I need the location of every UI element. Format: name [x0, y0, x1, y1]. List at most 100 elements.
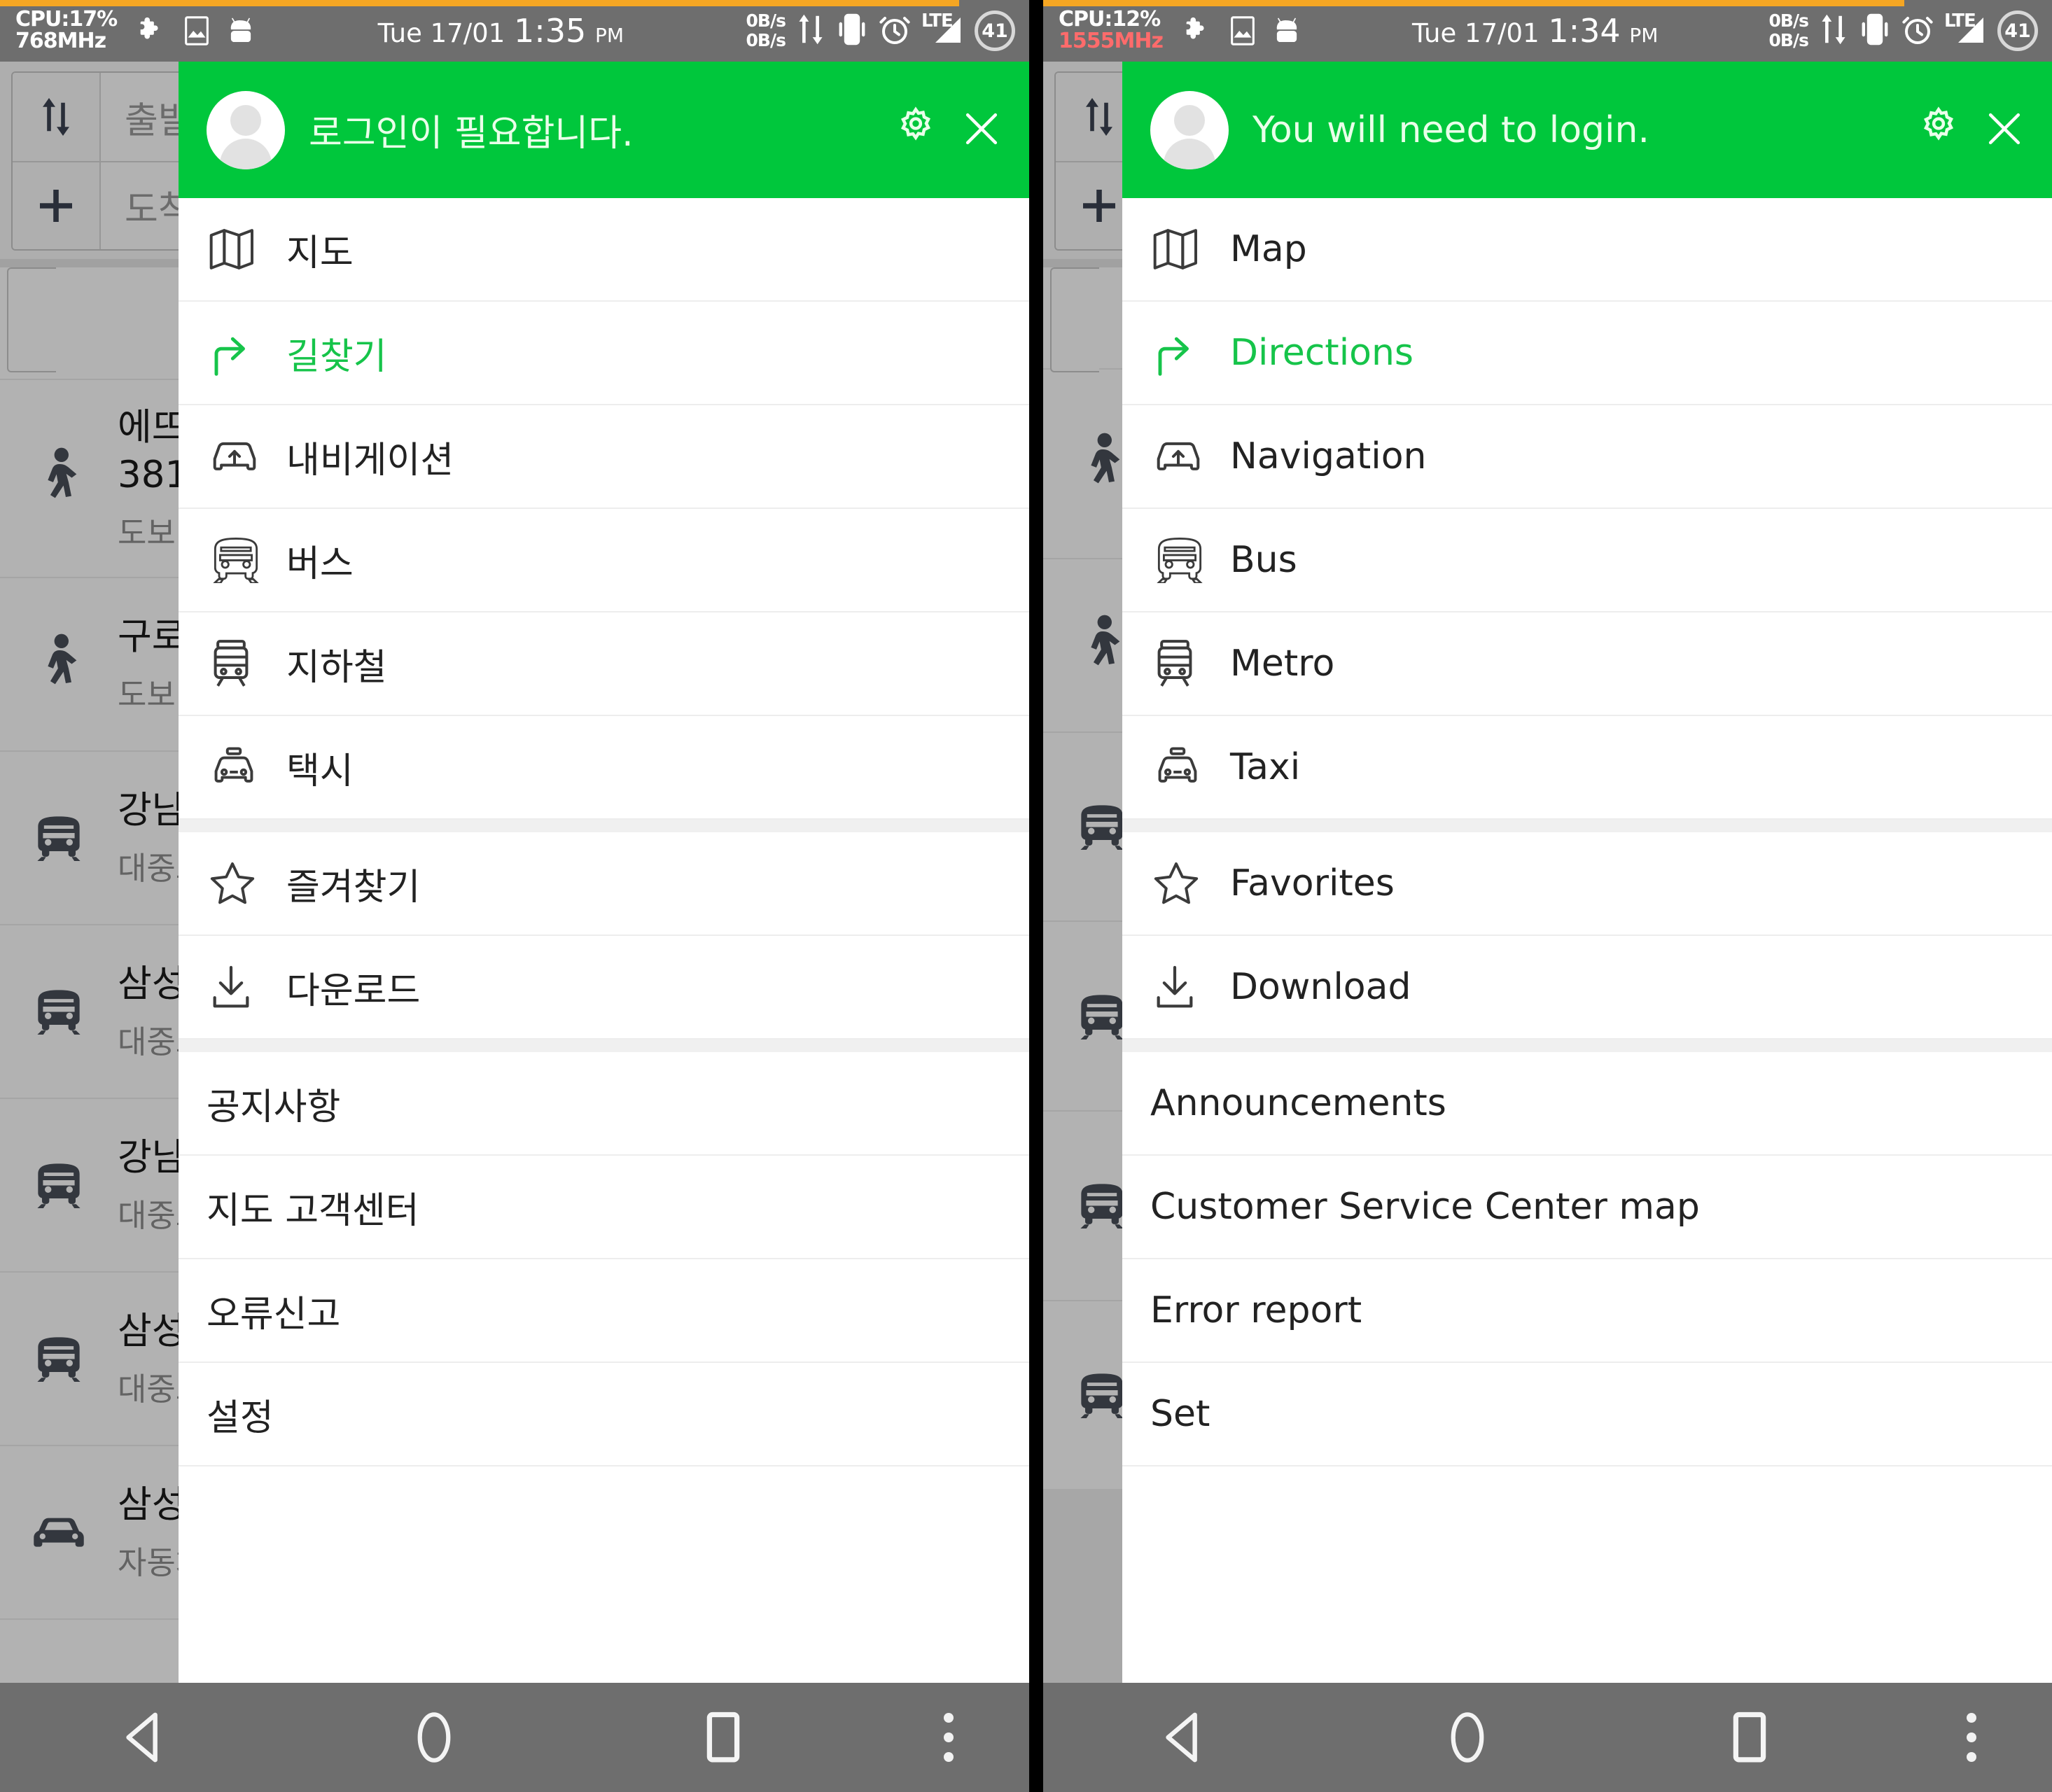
close-icon[interactable]: [1981, 105, 2028, 155]
puzzle-icon: [135, 15, 167, 47]
drawer-item-error-report[interactable]: Error report: [1122, 1259, 2052, 1363]
drawer-item-set[interactable]: Set: [1122, 1363, 2052, 1466]
drawer-item-label: Taxi: [1230, 746, 1301, 788]
drawer-item-[interactable]: 즐겨찾기: [179, 832, 1029, 936]
status-bar-accent: [1043, 0, 1904, 6]
drawer-item-label: Map: [1230, 228, 1307, 270]
signal-icon: LTE: [1944, 10, 1988, 51]
cpu-frequency: 1555MHz: [1059, 29, 1164, 53]
avatar-head: [1174, 104, 1205, 136]
signal-icon: LTE: [921, 10, 965, 51]
status-bar-clock: Tue 17/01 1:34 PM: [1301, 12, 1769, 50]
drawer-item-download[interactable]: Download: [1122, 936, 2052, 1040]
drawer-item-label: 공지사항: [207, 1086, 341, 1128]
overflow-dots: [1967, 1713, 1977, 1762]
drawer-group-divider: [179, 820, 1029, 832]
avatar-body: [1164, 138, 1215, 169]
star-icon: [208, 860, 272, 907]
drawer-item-[interactable]: 지하철: [179, 612, 1029, 716]
walk-icon: [0, 447, 118, 510]
drawer-item-[interactable]: 내비게이션: [179, 405, 1029, 509]
drawer-item-[interactable]: 지도: [179, 198, 1029, 302]
drawer-item-[interactable]: 택시: [179, 716, 1029, 820]
overflow-dots-icon[interactable]: [868, 1713, 1029, 1762]
phone-panel-right: CPU:12% 1555MHz Tue 17/01 1:34 PM 0B/s 0B/s L…: [1043, 0, 2052, 1792]
drawer-item-bus[interactable]: Bus: [1122, 509, 2052, 612]
status-bar-left-icons: [1181, 15, 1301, 47]
directions-icon: [1152, 328, 1216, 377]
taxi-icon: [1152, 746, 1216, 789]
network-speed: 0B/s 0B/s: [746, 11, 786, 50]
drawer-item-[interactable]: 공지사항: [179, 1052, 1029, 1156]
recents-square-icon[interactable]: [579, 1708, 868, 1767]
bus-icon: [0, 988, 118, 1035]
avatar: [207, 90, 285, 169]
clock-date: Tue 17/01: [377, 18, 505, 48]
drawer-group-divider: [179, 1040, 1029, 1052]
status-bar-left-icons: [135, 15, 256, 47]
cpu-usage: CPU:12%: [1059, 7, 1161, 32]
recents-square-icon[interactable]: [1608, 1708, 1891, 1767]
gear-icon[interactable]: [891, 104, 941, 157]
drawer-item-[interactable]: 설정: [179, 1363, 1029, 1466]
battery-level: 41: [982, 20, 1008, 42]
drawer-item-announcements[interactable]: Announcements: [1122, 1052, 2052, 1156]
android-icon: [1272, 15, 1301, 47]
drawer-group-divider: [1122, 820, 2052, 832]
clock-time: 1:34: [1548, 12, 1621, 50]
gear-icon[interactable]: [1913, 104, 1964, 157]
status-bar: CPU:17% 768MHz Tue 17/01 1:35 PM 0B/s 0B/s LT…: [0, 0, 1029, 62]
drawer-item-taxi[interactable]: Taxi: [1122, 716, 2052, 820]
drawer-item-label: Navigation: [1230, 435, 1427, 477]
drawer-item-navigation[interactable]: Navigation: [1122, 405, 2052, 509]
drawer-item-metro[interactable]: Metro: [1122, 612, 2052, 716]
bus-icon: [0, 1336, 118, 1382]
bus-icon: [0, 1162, 118, 1208]
drawer-item-label: Set: [1150, 1393, 1210, 1435]
network-download: 0B/s: [746, 30, 786, 50]
drawer-item-[interactable]: 오류신고: [179, 1259, 1029, 1363]
drawer-item-customer-service-center-map[interactable]: Customer Service Center map: [1122, 1156, 2052, 1259]
drawer-item-label: 택시: [286, 750, 354, 792]
bus-icon: [0, 815, 118, 861]
drawer-item-map[interactable]: Map: [1122, 198, 2052, 302]
close-icon[interactable]: [958, 105, 1005, 155]
avatar-body: [220, 138, 272, 169]
star-icon: [1152, 860, 1216, 907]
back-triangle-icon[interactable]: [1043, 1709, 1326, 1766]
drawer-item-directions[interactable]: Directions: [1122, 302, 2052, 405]
car-icon: [0, 1512, 118, 1553]
overflow-dots: [943, 1713, 954, 1762]
drawer-item-[interactable]: 다운로드: [179, 936, 1029, 1040]
cpu-usage: CPU:17%: [15, 7, 118, 32]
navigation-icon: [208, 433, 272, 479]
alarm-icon: [878, 12, 912, 50]
drawer-item-[interactable]: 버스: [179, 509, 1029, 612]
drawer-item-label: 버스: [286, 542, 354, 585]
screenshot-stage: CPU:17% 768MHz Tue 17/01 1:35 PM 0B/s 0B/s LT…: [0, 0, 2052, 1792]
drawer-item-[interactable]: 길찾기: [179, 302, 1029, 405]
tab-hook: [7, 267, 56, 372]
home-circle-icon[interactable]: [289, 1707, 578, 1768]
metro-icon: [208, 637, 272, 690]
swap-icon[interactable]: [13, 73, 101, 161]
home-circle-icon[interactable]: [1326, 1707, 1609, 1768]
download-icon: [208, 962, 272, 1011]
drawer-group-divider: [1122, 1040, 2052, 1052]
drawer-item-label: Announcements: [1150, 1082, 1446, 1124]
drawer-login-prompt[interactable]: 로그인이 필요합니다.: [309, 104, 874, 156]
drawer-menu: Map Directions Navigation Bus Metro Taxi Favor…: [1122, 198, 2052, 1683]
drawer-item-label: 지도 고객센터: [207, 1189, 419, 1232]
navigation-drawer: 로그인이 필요합니다. 지도 길찾기 내비게이션버스지하철택시즐겨찾기다운로드공지사항…: [179, 62, 1029, 1683]
network-upload: 0B/s: [1768, 10, 1809, 31]
battery-level: 41: [2004, 20, 2031, 42]
list-item-mode: 도보: [118, 676, 176, 714]
plus-icon[interactable]: [13, 162, 101, 249]
drawer-item-label: 다운로드: [286, 969, 421, 1012]
drawer-item-[interactable]: 지도 고객센터: [179, 1156, 1029, 1259]
drawer-item-favorites[interactable]: Favorites: [1122, 832, 2052, 936]
drawer-login-prompt[interactable]: You will need to login.: [1252, 109, 1897, 151]
back-triangle-icon[interactable]: [0, 1709, 289, 1766]
overflow-dots-icon[interactable]: [1891, 1713, 2052, 1762]
status-bar: CPU:12% 1555MHz Tue 17/01 1:34 PM 0B/s 0B/s L…: [1043, 0, 2052, 62]
